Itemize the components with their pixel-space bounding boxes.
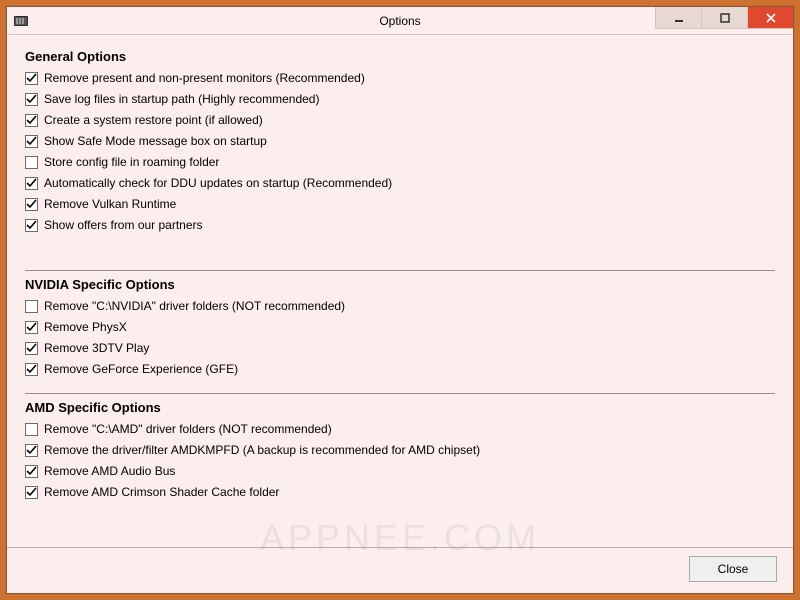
general-label-0: Remove present and non-present monitors … bbox=[44, 71, 365, 85]
bottom-bar: Close bbox=[7, 547, 793, 593]
general-label-7: Show offers from our partners bbox=[44, 218, 203, 232]
amd-checkbox-3[interactable] bbox=[25, 486, 38, 499]
general-option-1: Save log files in startup path (Highly r… bbox=[25, 89, 775, 109]
amd-label-1: Remove the driver/filter AMDKMPFD (A bac… bbox=[44, 443, 480, 457]
section-general: Remove present and non-present monitors … bbox=[25, 68, 775, 235]
general-label-5: Automatically check for DDU updates on s… bbox=[44, 176, 392, 190]
general-label-6: Remove Vulkan Runtime bbox=[44, 197, 176, 211]
nvidia-option-1: Remove PhysX bbox=[25, 317, 775, 337]
section-amd: Remove "C:\AMD" driver folders (NOT reco… bbox=[25, 419, 775, 502]
general-label-2: Create a system restore point (if allowe… bbox=[44, 113, 263, 127]
amd-checkbox-0[interactable] bbox=[25, 423, 38, 436]
app-icon bbox=[13, 13, 29, 29]
amd-label-0: Remove "C:\AMD" driver folders (NOT reco… bbox=[44, 422, 332, 436]
general-checkbox-4[interactable] bbox=[25, 156, 38, 169]
general-option-4: Store config file in roaming folder bbox=[25, 152, 775, 172]
general-checkbox-5[interactable] bbox=[25, 177, 38, 190]
section-title-amd: AMD Specific Options bbox=[25, 400, 775, 415]
amd-checkbox-2[interactable] bbox=[25, 465, 38, 478]
section-title-general: General Options bbox=[25, 49, 775, 64]
amd-option-2: Remove AMD Audio Bus bbox=[25, 461, 775, 481]
general-option-6: Remove Vulkan Runtime bbox=[25, 194, 775, 214]
general-checkbox-1[interactable] bbox=[25, 93, 38, 106]
general-checkbox-6[interactable] bbox=[25, 198, 38, 211]
divider bbox=[25, 270, 775, 271]
general-option-3: Show Safe Mode message box on startup bbox=[25, 131, 775, 151]
general-label-3: Show Safe Mode message box on startup bbox=[44, 134, 267, 148]
nvidia-option-3: Remove GeForce Experience (GFE) bbox=[25, 359, 775, 379]
amd-label-3: Remove AMD Crimson Shader Cache folder bbox=[44, 485, 279, 499]
amd-label-2: Remove AMD Audio Bus bbox=[44, 464, 175, 478]
general-option-7: Show offers from our partners bbox=[25, 215, 775, 235]
close-button[interactable]: Close bbox=[689, 556, 777, 582]
close-window-button[interactable] bbox=[747, 7, 793, 29]
section-nvidia: Remove "C:\NVIDIA" driver folders (NOT r… bbox=[25, 296, 775, 379]
general-label-4: Store config file in roaming folder bbox=[44, 155, 219, 169]
divider bbox=[25, 393, 775, 394]
general-checkbox-7[interactable] bbox=[25, 219, 38, 232]
nvidia-checkbox-3[interactable] bbox=[25, 363, 38, 376]
amd-option-0: Remove "C:\AMD" driver folders (NOT reco… bbox=[25, 419, 775, 439]
general-option-0: Remove present and non-present monitors … bbox=[25, 68, 775, 88]
general-label-1: Save log files in startup path (Highly r… bbox=[44, 92, 319, 106]
nvidia-checkbox-2[interactable] bbox=[25, 342, 38, 355]
amd-option-3: Remove AMD Crimson Shader Cache folder bbox=[25, 482, 775, 502]
nvidia-checkbox-1[interactable] bbox=[25, 321, 38, 334]
nvidia-option-2: Remove 3DTV Play bbox=[25, 338, 775, 358]
nvidia-option-0: Remove "C:\NVIDIA" driver folders (NOT r… bbox=[25, 296, 775, 316]
general-checkbox-3[interactable] bbox=[25, 135, 38, 148]
section-title-nvidia: NVIDIA Specific Options bbox=[25, 277, 775, 292]
maximize-button[interactable] bbox=[701, 7, 747, 29]
titlebar: Options bbox=[7, 7, 793, 35]
content-area: General Options Remove present and non-p… bbox=[7, 35, 793, 547]
window-buttons bbox=[655, 7, 793, 29]
general-checkbox-2[interactable] bbox=[25, 114, 38, 127]
close-button-label: Close bbox=[718, 562, 749, 576]
nvidia-label-3: Remove GeForce Experience (GFE) bbox=[44, 362, 238, 376]
general-option-2: Create a system restore point (if allowe… bbox=[25, 110, 775, 130]
general-checkbox-0[interactable] bbox=[25, 72, 38, 85]
nvidia-label-0: Remove "C:\NVIDIA" driver folders (NOT r… bbox=[44, 299, 345, 313]
nvidia-label-1: Remove PhysX bbox=[44, 320, 127, 334]
nvidia-label-2: Remove 3DTV Play bbox=[44, 341, 149, 355]
nvidia-checkbox-0[interactable] bbox=[25, 300, 38, 313]
options-window: Options General Options Remove present a… bbox=[6, 6, 794, 594]
minimize-button[interactable] bbox=[655, 7, 701, 29]
general-option-5: Automatically check for DDU updates on s… bbox=[25, 173, 775, 193]
amd-checkbox-1[interactable] bbox=[25, 444, 38, 457]
amd-option-1: Remove the driver/filter AMDKMPFD (A bac… bbox=[25, 440, 775, 460]
